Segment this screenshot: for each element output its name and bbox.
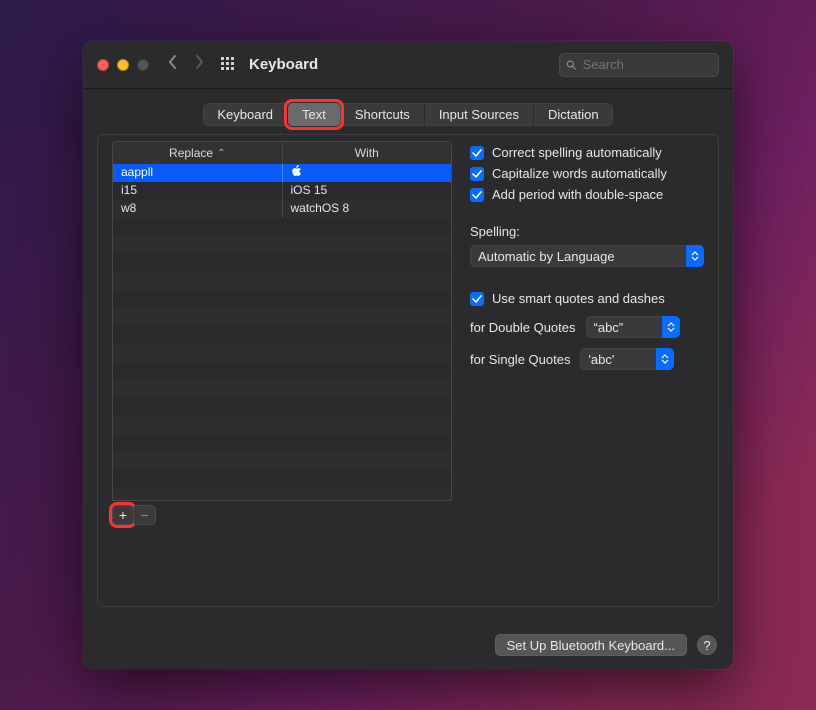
- column-replace-label: Replace: [169, 146, 213, 160]
- chevron-up-down-icon: [662, 316, 680, 338]
- correct-spelling-checkbox[interactable]: Correct spelling automatically: [470, 145, 704, 160]
- close-icon[interactable]: [97, 59, 109, 71]
- select-value: Automatic by Language: [478, 249, 686, 264]
- cell-replace[interactable]: w8: [113, 200, 283, 218]
- preferences-window: Keyboard Keyboard Text Shortcuts Input S…: [83, 41, 733, 669]
- replacements-panel: Replace ⌃ With aappll: [112, 141, 452, 594]
- smart-quotes-checkbox[interactable]: Use smart quotes and dashes: [470, 291, 704, 306]
- window-title: Keyboard: [249, 56, 318, 73]
- show-all-icon[interactable]: [221, 57, 237, 73]
- segmented-tabs: Keyboard Text Shortcuts Input Sources Di…: [203, 103, 612, 126]
- single-quotes-row: for Single Quotes 'abc': [470, 348, 704, 370]
- minimize-icon[interactable]: [117, 59, 129, 71]
- cell-with[interactable]: watchOS 8: [283, 200, 452, 218]
- single-quotes-select[interactable]: 'abc': [580, 348, 674, 370]
- apple-logo-icon: [291, 165, 302, 177]
- tab-shortcuts[interactable]: Shortcuts: [341, 103, 425, 126]
- search-field[interactable]: [559, 53, 719, 77]
- back-button[interactable]: [167, 55, 179, 74]
- add-remove-buttons: + −: [112, 505, 452, 525]
- checkbox-icon: [470, 188, 484, 202]
- checkbox-icon: [470, 146, 484, 160]
- remove-button[interactable]: −: [134, 505, 156, 525]
- cell-with[interactable]: iOS 15: [283, 182, 452, 200]
- tab-text[interactable]: Text: [288, 103, 341, 126]
- capitalize-words-checkbox[interactable]: Capitalize words automatically: [470, 166, 704, 181]
- double-quotes-label: for Double Quotes: [470, 320, 576, 335]
- sort-caret-icon: ⌃: [217, 148, 225, 159]
- add-button[interactable]: +: [112, 505, 134, 525]
- help-button[interactable]: ?: [697, 635, 717, 655]
- cell-with[interactable]: [283, 164, 452, 182]
- column-replace[interactable]: Replace ⌃: [113, 142, 283, 164]
- chevron-up-down-icon: [686, 245, 704, 267]
- spelling-select[interactable]: Automatic by Language: [470, 245, 704, 267]
- column-with[interactable]: With: [283, 142, 452, 164]
- text-options: Correct spelling automatically Capitaliz…: [470, 141, 704, 594]
- table-row[interactable]: w8 watchOS 8: [113, 200, 451, 218]
- select-value: 'abc': [588, 352, 656, 367]
- replacements-body: aappll i15 iOS 15 w8 watchOS 8: [113, 164, 451, 501]
- titlebar: Keyboard: [83, 41, 733, 89]
- tab-keyboard[interactable]: Keyboard: [203, 103, 288, 126]
- checkbox-icon: [470, 292, 484, 306]
- spelling-label: Spelling:: [470, 224, 704, 239]
- tab-input-sources[interactable]: Input Sources: [425, 103, 534, 126]
- table-row[interactable]: i15 iOS 15: [113, 182, 451, 200]
- double-quotes-row: for Double Quotes “abc”: [470, 316, 704, 338]
- checkbox-label: Correct spelling automatically: [492, 145, 662, 160]
- footer: Set Up Bluetooth Keyboard... ?: [83, 621, 733, 669]
- traffic-lights: [97, 59, 149, 71]
- checkbox-label: Capitalize words automatically: [492, 166, 667, 181]
- tab-dictation[interactable]: Dictation: [534, 103, 613, 126]
- column-with-label: With: [355, 146, 379, 160]
- search-input[interactable]: [583, 57, 712, 72]
- single-quotes-label: for Single Quotes: [470, 352, 570, 367]
- tab-strip: Keyboard Text Shortcuts Input Sources Di…: [83, 89, 733, 134]
- checkbox-icon: [470, 167, 484, 181]
- select-value: “abc”: [594, 320, 662, 335]
- checkbox-label: Use smart quotes and dashes: [492, 291, 665, 306]
- bluetooth-keyboard-button[interactable]: Set Up Bluetooth Keyboard...: [495, 634, 687, 656]
- replacements-table[interactable]: Replace ⌃ With aappll: [112, 141, 452, 501]
- cell-replace[interactable]: aappll: [113, 164, 283, 182]
- table-row[interactable]: aappll: [113, 164, 451, 182]
- search-icon: [566, 59, 577, 71]
- chevron-up-down-icon: [656, 348, 674, 370]
- nav-arrows: [167, 55, 205, 74]
- cell-replace[interactable]: i15: [113, 182, 283, 200]
- double-space-period-checkbox[interactable]: Add period with double-space: [470, 187, 704, 202]
- checkbox-label: Add period with double-space: [492, 187, 663, 202]
- forward-button[interactable]: [193, 55, 205, 74]
- content-frame: Replace ⌃ With aappll: [97, 134, 719, 607]
- double-quotes-select[interactable]: “abc”: [586, 316, 680, 338]
- zoom-icon: [137, 59, 149, 71]
